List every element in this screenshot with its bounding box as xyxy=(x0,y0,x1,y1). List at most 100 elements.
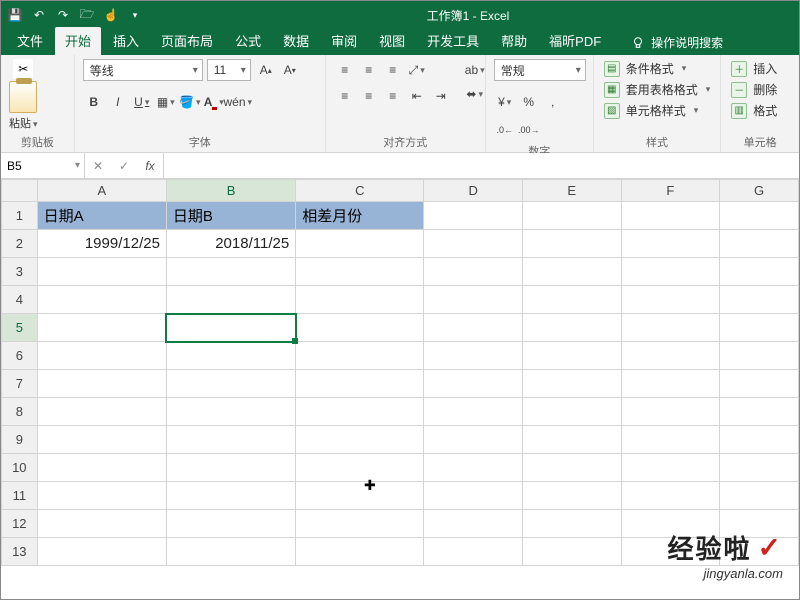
column-header-G[interactable]: G xyxy=(720,180,799,202)
cell-B11[interactable] xyxy=(166,482,295,510)
select-all-corner[interactable] xyxy=(2,180,38,202)
cell-G4[interactable] xyxy=(720,286,799,314)
bold-button[interactable]: B xyxy=(83,91,105,113)
cell-C3[interactable] xyxy=(296,258,424,286)
font-color-button[interactable]: A xyxy=(203,91,225,113)
touch-mode-icon[interactable]: ☝ xyxy=(103,7,119,23)
cell-A7[interactable] xyxy=(37,370,166,398)
insert-function-button[interactable]: fx xyxy=(137,159,163,173)
cell-B6[interactable] xyxy=(166,342,295,370)
tab-foxit-pdf[interactable]: 福昕PDF xyxy=(539,27,611,55)
align-bottom-button[interactable]: ≡ xyxy=(382,59,404,81)
row-header-4[interactable]: 4 xyxy=(2,286,38,314)
comma-format-button[interactable]: , xyxy=(542,91,564,113)
column-header-A[interactable]: A xyxy=(37,180,166,202)
open-icon[interactable]: 🗁 xyxy=(79,7,95,23)
row-header-2[interactable]: 2 xyxy=(2,230,38,258)
phonetic-button[interactable]: wén xyxy=(227,91,249,113)
cell-G1[interactable] xyxy=(720,202,799,230)
align-left-button[interactable]: ≡ xyxy=(334,85,356,107)
align-center-button[interactable]: ≡ xyxy=(358,85,380,107)
cell-C6[interactable] xyxy=(296,342,424,370)
save-icon[interactable]: 💾 xyxy=(7,7,23,23)
cell-D5[interactable] xyxy=(424,314,523,342)
cell-B2[interactable]: 2018/11/25 xyxy=(166,230,295,258)
cell-C7[interactable] xyxy=(296,370,424,398)
row-header-7[interactable]: 7 xyxy=(2,370,38,398)
cell-F10[interactable] xyxy=(621,454,720,482)
row-header-12[interactable]: 12 xyxy=(2,510,38,538)
cell-F7[interactable] xyxy=(621,370,720,398)
row-header-1[interactable]: 1 xyxy=(2,202,38,230)
cancel-formula-button[interactable]: ✕ xyxy=(85,159,111,173)
cell-D3[interactable] xyxy=(424,258,523,286)
cell-A1[interactable]: 日期A xyxy=(37,202,166,230)
cell-F4[interactable] xyxy=(621,286,720,314)
cell-D9[interactable] xyxy=(424,426,523,454)
qat-more-icon[interactable]: ▾ xyxy=(127,7,143,23)
align-top-button[interactable]: ≡ xyxy=(334,59,356,81)
cell-C11[interactable] xyxy=(296,482,424,510)
cell-B12[interactable] xyxy=(166,510,295,538)
cell-E2[interactable] xyxy=(523,230,622,258)
cell-A8[interactable] xyxy=(37,398,166,426)
row-header-10[interactable]: 10 xyxy=(2,454,38,482)
cell-A12[interactable] xyxy=(37,510,166,538)
cell-C9[interactable] xyxy=(296,426,424,454)
cell-D1[interactable] xyxy=(424,202,523,230)
worksheet-grid[interactable]: ABCDEFG1日期A日期B相差月份21999/12/252018/11/253… xyxy=(1,179,799,599)
row-header-3[interactable]: 3 xyxy=(2,258,38,286)
cell-E1[interactable] xyxy=(523,202,622,230)
cell-C5[interactable] xyxy=(296,314,424,342)
cell-E12[interactable] xyxy=(523,510,622,538)
cell-B5[interactable] xyxy=(166,314,295,342)
tab-file[interactable]: 文件 xyxy=(7,27,53,55)
decrease-decimal-button[interactable]: .00→ xyxy=(518,119,540,141)
row-header-5[interactable]: 5 xyxy=(2,314,38,342)
tab-view[interactable]: 视图 xyxy=(369,27,415,55)
cell-E5[interactable] xyxy=(523,314,622,342)
cell-G10[interactable] xyxy=(720,454,799,482)
cell-A3[interactable] xyxy=(37,258,166,286)
row-header-6[interactable]: 6 xyxy=(2,342,38,370)
decrease-indent-button[interactable]: ⇤ xyxy=(406,85,428,107)
delete-cells-button[interactable]: －删除 xyxy=(729,80,779,99)
cell-E7[interactable] xyxy=(523,370,622,398)
cell-E3[interactable] xyxy=(523,258,622,286)
cell-A10[interactable] xyxy=(37,454,166,482)
cell-A6[interactable] xyxy=(37,342,166,370)
cell-C12[interactable] xyxy=(296,510,424,538)
accounting-format-button[interactable]: ¥ xyxy=(494,91,516,113)
undo-icon[interactable]: ↶ xyxy=(31,7,47,23)
cell-G11[interactable] xyxy=(720,482,799,510)
paste-button[interactable]: 粘贴 xyxy=(9,115,38,131)
orientation-button[interactable]: ⤢ xyxy=(406,59,428,81)
font-name-combo[interactable]: 等线 xyxy=(83,59,203,81)
tab-developer[interactable]: 开发工具 xyxy=(417,27,489,55)
cell-G3[interactable] xyxy=(720,258,799,286)
cell-D11[interactable] xyxy=(424,482,523,510)
cell-G8[interactable] xyxy=(720,398,799,426)
tab-help[interactable]: 帮助 xyxy=(491,27,537,55)
cell-D7[interactable] xyxy=(424,370,523,398)
cell-G5[interactable] xyxy=(720,314,799,342)
conditional-format-button[interactable]: ▤条件格式 xyxy=(602,59,713,78)
name-box[interactable]: B5 xyxy=(1,153,85,178)
cell-C13[interactable] xyxy=(296,538,424,566)
cell-A13[interactable] xyxy=(37,538,166,566)
cell-B4[interactable] xyxy=(166,286,295,314)
tab-review[interactable]: 审阅 xyxy=(321,27,367,55)
font-size-combo[interactable]: 11 xyxy=(207,59,251,81)
cell-D13[interactable] xyxy=(424,538,523,566)
cell-A5[interactable] xyxy=(37,314,166,342)
cell-F8[interactable] xyxy=(621,398,720,426)
fill-color-button[interactable]: 🪣 xyxy=(179,91,201,113)
increase-indent-button[interactable]: ⇥ xyxy=(430,85,452,107)
tab-formulas[interactable]: 公式 xyxy=(225,27,271,55)
cell-F6[interactable] xyxy=(621,342,720,370)
insert-cells-button[interactable]: ＋插入 xyxy=(729,59,779,78)
paste-icon[interactable] xyxy=(9,81,37,113)
cell-F5[interactable] xyxy=(621,314,720,342)
cell-B7[interactable] xyxy=(166,370,295,398)
percent-format-button[interactable]: % xyxy=(518,91,540,113)
